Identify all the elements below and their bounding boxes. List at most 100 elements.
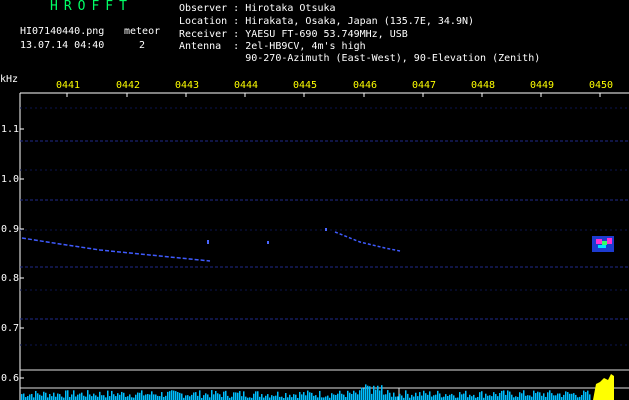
spectrum-bar: [151, 391, 153, 400]
spectrum-bar: [371, 393, 373, 400]
spectrum-bar: [165, 395, 167, 400]
spectrum-bar: [503, 390, 505, 400]
time-tick-label: 0448: [471, 80, 496, 91]
meteor-echo-dot: [267, 241, 269, 244]
spectrum-bar: [21, 394, 23, 400]
spectrum-bar: [471, 396, 473, 400]
spectrum-bar: [313, 395, 315, 400]
spectrum-bar: [349, 392, 351, 400]
antenna-info: Antenna : 2el-HB9CV, 4m's high: [179, 41, 366, 52]
spectrum-bar: [79, 393, 81, 400]
spectrum-bar: [487, 395, 489, 400]
spectrum-bar: [273, 396, 275, 400]
spectrum-bar: [193, 392, 195, 400]
spectrum-bar: [177, 392, 179, 400]
spectrum-bar: [459, 392, 461, 400]
spectrum-bar: [115, 396, 117, 400]
spectrum-bar: [83, 395, 85, 400]
spectrum-bar: [159, 396, 161, 400]
freq-axis-ticks: [20, 128, 24, 379]
spectrum-bar: [93, 393, 95, 400]
spectrum-bar: [375, 389, 377, 400]
spectrum-bar: [59, 394, 61, 400]
time-tick-label: 0449: [530, 80, 555, 91]
spectrum-bar: [199, 390, 201, 400]
spectrum-bar: [233, 392, 235, 400]
spectrum-bar: [539, 392, 541, 400]
frequency-unit-label: kHz: [0, 74, 19, 85]
spectrum-bar: [491, 396, 493, 400]
spectrum-bar: [355, 392, 357, 400]
spectrum-bar: [523, 390, 525, 400]
meteor-echo-trace: [334, 231, 401, 252]
spectrum-bar: [191, 394, 193, 400]
spectrum-bar: [181, 393, 183, 400]
spectrum-bar: [507, 390, 509, 400]
spectrum-bar: [327, 395, 329, 400]
spectrum-bar: [435, 394, 437, 400]
spectrum-bar: [267, 394, 269, 400]
spectrum-bar: [299, 391, 301, 400]
spectrum-bar: [541, 395, 543, 400]
spectrum-bar: [519, 392, 521, 400]
spectrum-bar: [255, 391, 257, 400]
spectrum-bar: [37, 393, 39, 400]
spectrum-bar: [189, 396, 191, 400]
location-info: Location : Hirakata, Osaka, Japan (135.7…: [179, 16, 475, 27]
spectrum-bar: [447, 395, 449, 400]
spectrum-bar: [187, 395, 189, 400]
spectrum-bar: [205, 393, 207, 400]
spectrum-bar: [153, 394, 155, 400]
spectrum-bar: [289, 394, 291, 400]
spectrum-bar: [225, 390, 227, 400]
spectrum-bar: [253, 393, 255, 400]
spectrum-bar: [143, 395, 145, 400]
spectrum-bar: [485, 393, 487, 400]
spectrum-bar: [581, 394, 583, 400]
spectrum-bar: [589, 394, 591, 400]
spectrum-bar: [29, 394, 31, 400]
spectrum-bar: [417, 396, 419, 400]
spectrum-bar: [479, 392, 481, 400]
spectrum-bar: [175, 391, 177, 400]
time-tick-label: 0450: [589, 80, 614, 91]
spectrum-bar: [307, 390, 309, 400]
spectrum-bar: [49, 394, 51, 400]
spectrum-bar: [331, 393, 333, 400]
spectrum-bar: [293, 394, 295, 400]
time-tick-label: 0442: [116, 80, 141, 91]
spectrum-bar: [351, 394, 353, 400]
spectrum-bar: [147, 394, 149, 400]
spectrum-bar: [537, 391, 539, 400]
spectrum-bar: [155, 394, 157, 400]
spectrum-bar: [117, 393, 119, 400]
spectrum-bar: [71, 394, 73, 400]
spectrum-bar: [241, 396, 243, 400]
time-axis-ticks: [66, 93, 601, 97]
spectrum-bar: [203, 395, 205, 400]
spectrum-bar: [525, 395, 527, 400]
receiver-info: Receiver : YAESU FT-690 53.749MHz, USB: [179, 29, 408, 40]
spectrum-bar: [35, 390, 37, 400]
spectrum-bar: [553, 395, 555, 400]
spectrum-bar: [493, 392, 495, 400]
spectrum-bar: [239, 391, 241, 400]
spectrum-bar: [333, 394, 335, 400]
spectrum-bar: [497, 396, 499, 400]
spectrum-bar: [173, 390, 175, 400]
spectrum-bar: [257, 391, 259, 400]
spectrum-bar: [315, 395, 317, 400]
spectrum-bar: [495, 394, 497, 400]
meteor-echo-trace: [21, 237, 211, 262]
spectrum-bar: [237, 392, 239, 400]
spectrum-bar: [207, 394, 209, 400]
spectrum-bar: [511, 394, 513, 400]
spectrum-bar: [533, 390, 535, 400]
spectrum-bar: [219, 394, 221, 400]
spectrum-bar: [215, 391, 217, 400]
spectrum-bar: [107, 390, 109, 400]
spectrum-bar: [489, 395, 491, 400]
spectrum-bar: [139, 392, 141, 400]
spectrum-bar: [51, 396, 53, 400]
spectrum-bar: [529, 395, 531, 400]
